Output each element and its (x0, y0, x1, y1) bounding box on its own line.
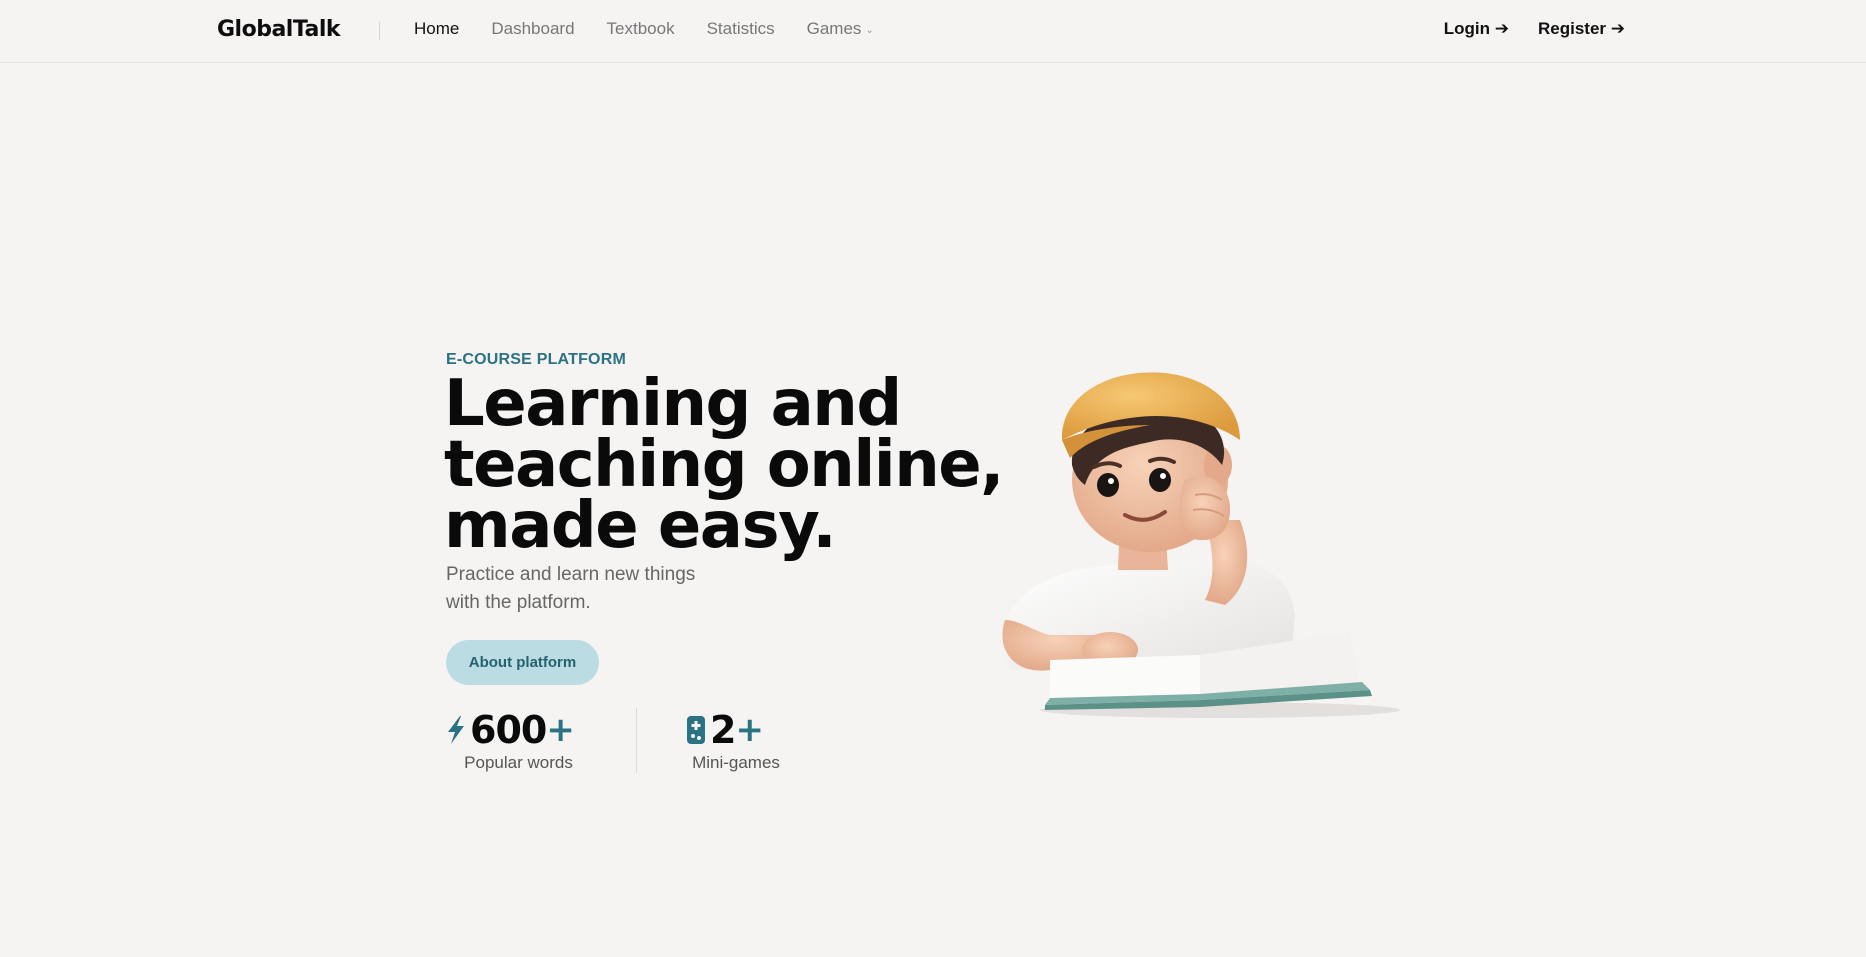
nav-item-label: Statistics (706, 19, 775, 38)
hero-headline: Learning and teaching online, made easy. (444, 367, 1044, 563)
nav-item-label: Games (806, 19, 862, 38)
headline-line: teaching online, (444, 428, 1004, 502)
nav-item-dashboard[interactable]: Dashboard (491, 19, 574, 39)
stat-plus: + (735, 710, 764, 750)
subtitle-line: Practice and learn new things (446, 564, 696, 585)
boy-reading-illustration (1000, 372, 1400, 718)
headline-line: made easy. (444, 489, 837, 563)
stat-label: Mini-games (692, 753, 780, 772)
hero-subtitle: Practice and learn new things with the p… (446, 561, 766, 617)
nav-item-label: Home (414, 19, 460, 38)
brand-logo[interactable]: GlobalTalk (217, 17, 341, 42)
stat-value: 2 + (686, 710, 786, 750)
auth-links: Login ➔ Register ➔ (1444, 19, 1625, 39)
stat-plus: + (546, 710, 575, 750)
navbar-divider (379, 22, 380, 40)
gamepad-icon (687, 716, 705, 744)
nav-item-games[interactable]: Games ⌄ (807, 19, 874, 39)
top-navbar: GlobalTalk Home Dashboard Textbook Stati… (0, 0, 1866, 63)
stat-value: 600 + (446, 710, 591, 750)
login-link[interactable]: Login ➔ (1444, 19, 1509, 39)
nav-item-label: Textbook (606, 19, 675, 38)
register-link[interactable]: Register ➔ (1538, 19, 1625, 39)
about-platform-button[interactable]: About platform (446, 640, 599, 685)
chevron-down-icon: ⌄ (865, 24, 874, 36)
nav-item-statistics[interactable]: Statistics (707, 19, 775, 39)
subtitle-line: with the platform. (446, 592, 591, 613)
stat-popular-words: 600 + Popular words (446, 710, 591, 773)
stat-number: 600 (470, 708, 547, 752)
nav-item-textbook[interactable]: Textbook (607, 19, 675, 39)
lightning-icon (448, 716, 464, 744)
stat-mini-games: 2 + Mini-games (686, 710, 786, 773)
stats-divider (636, 708, 637, 773)
stat-label: Popular words (464, 753, 573, 772)
headline-line: Learning and (444, 367, 902, 441)
stat-number: 2 (710, 708, 736, 752)
nav-item-label: Dashboard (491, 19, 575, 38)
nav-item-home[interactable]: Home (414, 19, 459, 39)
main-nav: Home Dashboard Textbook Statistics Games… (414, 19, 906, 39)
